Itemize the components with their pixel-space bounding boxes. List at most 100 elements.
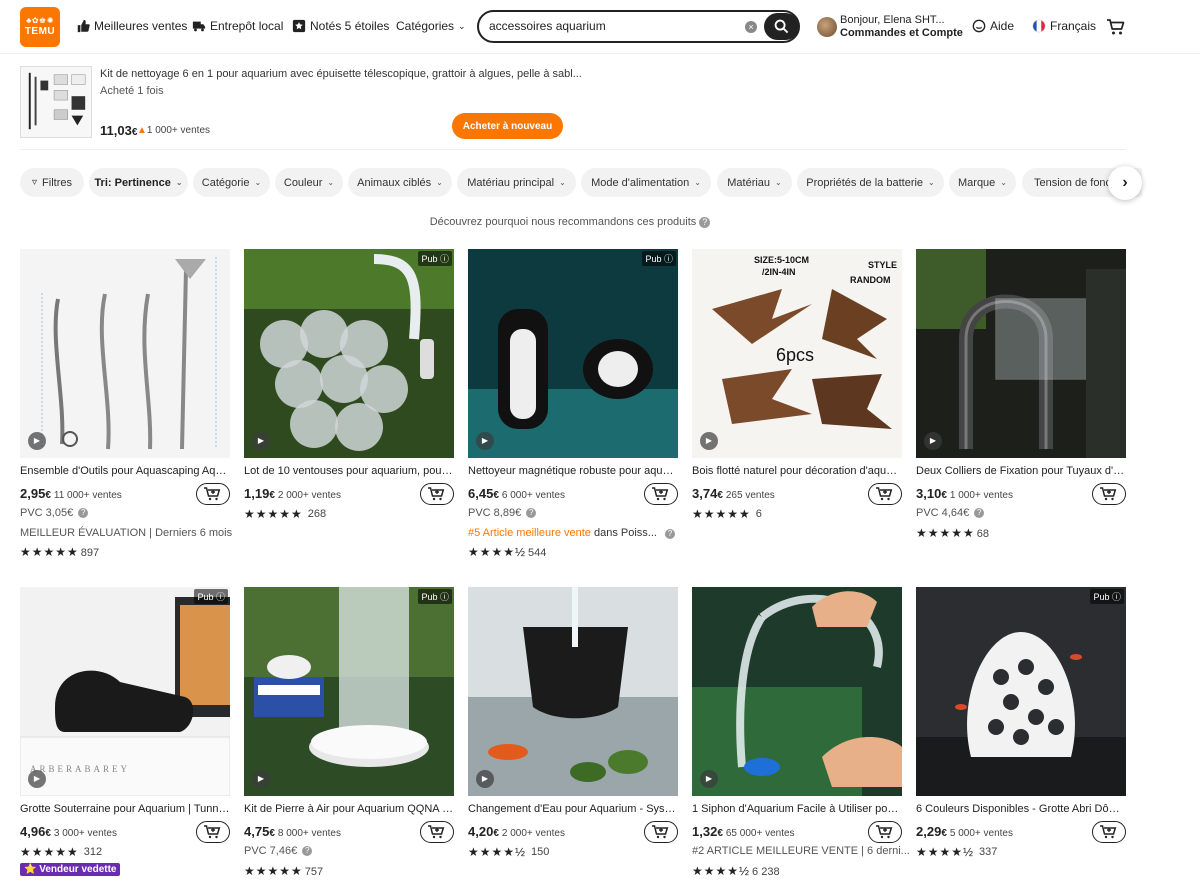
question-icon[interactable]: ? — [526, 508, 537, 518]
product-title[interactable]: Kit de Pierre à Air pour Aquarium QQNA -… — [244, 803, 454, 815]
nav-local-warehouse[interactable]: Entrepôt local — [192, 19, 283, 33]
power-mode-chip[interactable]: Mode d'alimentation ⌄ — [581, 168, 711, 197]
product-title[interactable]: Ensemble d'Outils pour Aquascaping Aqua.… — [20, 465, 230, 477]
nav-categories[interactable]: Catégories ⌄ — [396, 19, 466, 33]
product-image[interactable]: Pub ⓘ — [916, 587, 1126, 796]
product-image[interactable]: ARBERABAREY Pub ⓘ ▶ — [20, 587, 230, 796]
product-card[interactable]: ▶ Ensemble d'Outils pour Aquascaping Aqu… — [20, 249, 232, 559]
cart-button[interactable] — [1106, 17, 1126, 37]
product-image[interactable]: SIZE:5-10CM /2IN-4IN STYLE RANDOM 6pcs ▶ — [692, 249, 902, 458]
question-icon[interactable]: ? — [78, 508, 89, 518]
nav-best-sellers[interactable]: Meilleures ventes — [76, 19, 187, 33]
driftwood-image: SIZE:5-10CM /2IN-4IN STYLE RANDOM 6pcs — [692, 249, 902, 458]
recent-product-thumbnail[interactable] — [20, 66, 92, 138]
price-row: 2,95 €11 000+ ventes — [20, 486, 122, 501]
ad-badge[interactable]: Pub ⓘ — [418, 589, 452, 604]
product-image[interactable]: ▶ — [916, 249, 1126, 458]
product-image[interactable]: ▶ — [20, 249, 230, 458]
logo-text: TEMU — [24, 26, 56, 37]
brand-chip[interactable]: Marque ⌄ — [949, 168, 1016, 197]
ad-badge[interactable]: Pub ⓘ — [418, 251, 452, 266]
product-title[interactable]: Nettoyeur magnétique robuste pour aquar.… — [468, 465, 678, 477]
play-icon[interactable]: ▶ — [28, 432, 46, 450]
product-title[interactable]: Deux Colliers de Fixation pour Tuyaux d'… — [916, 465, 1126, 477]
product-image[interactable]: ▶ — [692, 587, 902, 796]
svg-text:6pcs: 6pcs — [776, 345, 814, 365]
flame-icon: ▲ — [137, 125, 147, 136]
product-title[interactable]: 6 Couleurs Disponibles - Grotte Abri Dôm… — [916, 803, 1126, 815]
play-icon[interactable]: ▶ — [700, 770, 718, 788]
product-image[interactable]: Pub ⓘ ▶ — [244, 249, 454, 458]
add-to-cart-button[interactable] — [644, 483, 678, 505]
chevron-right-icon[interactable]: › — [1108, 166, 1142, 200]
play-icon[interactable]: ▶ — [476, 770, 494, 788]
product-card[interactable]: SIZE:5-10CM /2IN-4IN STYLE RANDOM 6pcs ▶… — [692, 249, 902, 521]
product-image[interactable]: ▶ — [468, 587, 678, 796]
category-chip[interactable]: Catégorie ⌄ — [193, 168, 270, 197]
product-card[interactable]: ▶ Changement d'Eau pour Aquarium - Systè… — [468, 587, 678, 859]
filters-chip[interactable]: ▿ Filtres — [20, 168, 84, 197]
buy-again-button[interactable]: Acheter à nouveau — [452, 113, 563, 139]
temu-logo[interactable]: ♣✿♚✺ TEMU — [20, 7, 60, 47]
product-card[interactable]: ARBERABAREY Pub ⓘ ▶ Grotte Souterraine p… — [20, 587, 230, 876]
recent-product-title[interactable]: Kit de nettoyage 6 en 1 pour aquarium av… — [100, 68, 582, 80]
chip-label: Catégorie — [201, 176, 250, 189]
add-to-cart-button[interactable] — [420, 821, 454, 843]
play-icon[interactable]: ▶ — [700, 432, 718, 450]
product-title[interactable]: Bois flotté naturel pour décoration d'aq… — [692, 465, 902, 477]
product-image[interactable]: Pub ⓘ ▶ — [244, 587, 454, 796]
question-icon[interactable]: ? — [974, 508, 985, 518]
material-chip[interactable]: Matériau ⌄ — [717, 168, 792, 197]
nav-five-stars[interactable]: Notés 5 étoiles — [292, 19, 389, 33]
product-card[interactable]: Pub ⓘ 6 Couleurs Disponibles - Grotte Ab… — [916, 587, 1126, 859]
chat-help-icon — [972, 19, 986, 33]
orders-account-link: Commandes et Compte — [840, 27, 963, 39]
color-chip[interactable]: Couleur ⌄ — [275, 168, 343, 197]
search-button[interactable] — [764, 13, 799, 40]
add-to-cart-button[interactable] — [420, 483, 454, 505]
product-card[interactable]: Pub ⓘ ▶ Nettoyeur magnétique robuste pou… — [468, 249, 678, 559]
add-to-cart-button[interactable] — [196, 821, 230, 843]
ad-badge[interactable]: Pub ⓘ — [194, 589, 228, 604]
play-icon[interactable]: ▶ — [476, 432, 494, 450]
main-material-chip[interactable]: Matériau principal ⌄ — [457, 168, 576, 197]
question-icon[interactable]: ? — [302, 846, 313, 856]
add-to-cart-button[interactable] — [1092, 483, 1126, 505]
search-input[interactable] — [489, 19, 739, 33]
add-to-cart-button[interactable] — [868, 821, 902, 843]
product-card[interactable]: ▶ 1 Siphon d'Aquarium Facile à Utiliser … — [692, 587, 910, 878]
product-title[interactable]: Lot de 10 ventouses pour aquarium, pour … — [244, 465, 454, 477]
star-badge-icon — [292, 19, 306, 33]
nav-label: Entrepôt local — [210, 19, 284, 33]
sort-chip[interactable]: Tri: Pertinence ⌄ — [89, 168, 188, 197]
target-animals-chip[interactable]: Animaux ciblés ⌄ — [348, 168, 452, 197]
help-link[interactable]: Aide — [972, 19, 1014, 33]
product-card[interactable]: ▶ Deux Colliers de Fixation pour Tuyaux … — [916, 249, 1126, 540]
add-to-cart-button[interactable] — [1092, 821, 1126, 843]
cave-tunnel-image: ARBERABAREY — [20, 587, 230, 796]
add-to-cart-button[interactable] — [868, 483, 902, 505]
product-card[interactable]: Pub ⓘ ▶ Lot de 10 ventouses pour aquariu… — [244, 249, 454, 521]
rrp-price: PVC 8,89€? — [468, 507, 537, 519]
question-icon[interactable]: ? — [664, 529, 675, 539]
product-title[interactable]: Changement d'Eau pour Aquarium - Systè..… — [468, 803, 678, 815]
play-icon[interactable]: ▶ — [252, 770, 270, 788]
clear-icon[interactable]: × — [745, 21, 757, 33]
question-icon[interactable]: ? — [699, 217, 711, 228]
play-icon[interactable]: ▶ — [252, 432, 270, 450]
add-to-cart-button[interactable] — [644, 821, 678, 843]
battery-properties-chip[interactable]: Propriétés de la batterie ⌄ — [797, 168, 944, 197]
nav-label: Meilleures ventes — [94, 19, 188, 33]
play-icon[interactable]: ▶ — [924, 432, 942, 450]
product-title[interactable]: Grotte Souterraine pour Aquarium | Tunne… — [20, 803, 230, 815]
play-icon[interactable]: ▶ — [28, 770, 46, 788]
product-card[interactable]: Pub ⓘ ▶ Kit de Pierre à Air pour Aquariu… — [244, 587, 454, 878]
language-selector[interactable]: Français — [1032, 19, 1096, 33]
ad-badge[interactable]: Pub ⓘ — [1090, 589, 1124, 604]
product-image[interactable]: Pub ⓘ ▶ — [468, 249, 678, 458]
star-rating: ★★★★★ — [244, 864, 303, 878]
recommendation-text[interactable]: Découvrez pourquoi nous recommandons ces… — [430, 216, 697, 228]
product-title[interactable]: 1 Siphon d'Aquarium Facile à Utiliser po… — [692, 803, 902, 815]
ad-badge[interactable]: Pub ⓘ — [642, 251, 676, 266]
add-to-cart-button[interactable] — [196, 483, 230, 505]
